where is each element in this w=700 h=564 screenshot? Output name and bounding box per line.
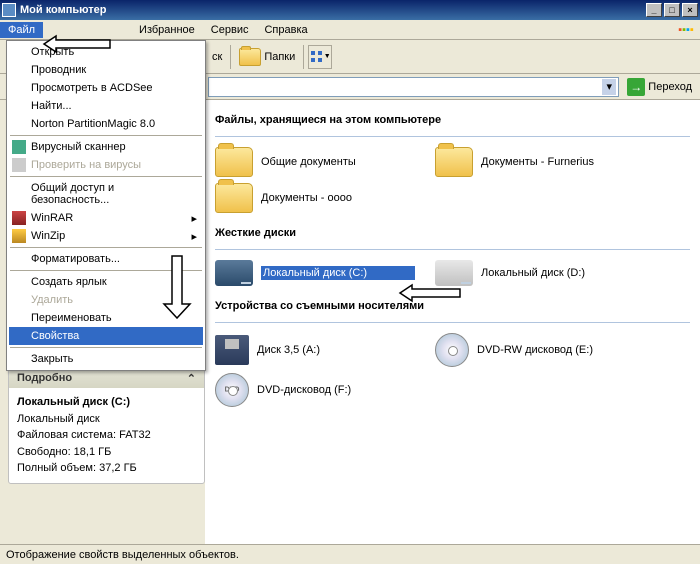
file-menu-dropdown: Открыть Проводник Просмотреть в ACDSee Н… — [6, 40, 206, 371]
menu-item-virus-check: Проверить на вирусы — [9, 156, 203, 174]
address-dropdown-button[interactable]: ▾ — [602, 79, 616, 95]
menu-item-sharing[interactable]: Общий доступ и безопасность... — [9, 179, 203, 209]
toolbar-folders-label: Папки — [264, 51, 295, 63]
details-panel: Подробно ⌃ Локальный диск (C:) Локальный… — [8, 368, 205, 484]
item-floppy-a[interactable]: Диск 3,5 (A:) — [215, 333, 415, 367]
item-docs-furnerius[interactable]: Документы - Furnerius — [435, 147, 635, 177]
menu-item-find[interactable]: Найти... — [9, 97, 203, 115]
go-label: Переход — [648, 81, 692, 93]
menu-item-close[interactable]: Закрыть — [9, 350, 203, 368]
go-button[interactable]: → Переход — [623, 76, 696, 98]
main-pane: Файлы, хранящиеся на этом компьютере Общ… — [205, 100, 700, 544]
menu-item-winrar[interactable]: WinRAR — [9, 209, 203, 227]
menu-tools[interactable]: Сервис — [203, 22, 257, 38]
menu-file[interactable]: Файл — [0, 22, 43, 38]
menu-item-delete: Удалить — [9, 291, 203, 309]
item-disk-d[interactable]: Локальный диск (D:) — [435, 260, 635, 286]
folder-icon — [215, 183, 253, 213]
hard-drive-icon — [435, 260, 473, 286]
window-title: Мой компьютер — [20, 4, 107, 16]
item-dvdrw-e[interactable]: DVD-RW дисковод (E:) — [435, 333, 635, 367]
go-arrow-icon: → — [627, 78, 645, 96]
winzip-icon — [12, 229, 26, 243]
winrar-icon — [12, 211, 26, 225]
item-dvd-f[interactable]: DVD-дисковод (F:) — [215, 373, 415, 407]
menu-item-open[interactable]: Открыть — [9, 43, 203, 61]
item-label: Диск 3,5 (A:) — [257, 344, 415, 356]
my-computer-icon — [2, 3, 16, 17]
titlebar: Мой компьютер _ □ × — [0, 0, 700, 20]
dvd-icon — [215, 373, 249, 407]
item-label: Документы - Furnerius — [481, 156, 635, 168]
menubar: Файл Избранное Сервис Справка ▪▪▪▪ — [0, 20, 700, 40]
item-shared-docs[interactable]: Общие документы — [215, 147, 415, 177]
toolbar-folders-button[interactable]: Папки — [235, 46, 299, 68]
menu-item-winzip[interactable]: WinZip — [9, 227, 203, 245]
folder-icon — [215, 147, 253, 177]
item-label: DVD-дисковод (F:) — [257, 384, 415, 396]
statusbar-text: Отображение свойств выделенных объектов. — [6, 549, 239, 561]
details-free-space: Свободно: 18,1 ГБ — [17, 444, 196, 461]
minimize-button[interactable]: _ — [646, 3, 662, 17]
windows-logo-icon: ▪▪▪▪ — [676, 22, 696, 38]
virus-scan-icon — [12, 140, 26, 154]
maximize-button[interactable]: □ — [664, 3, 680, 17]
details-disk-type: Локальный диск — [17, 411, 196, 428]
item-disk-c[interactable]: Локальный диск (C:) — [215, 260, 415, 286]
details-header[interactable]: Подробно ⌃ — [9, 369, 204, 388]
group-header-removable: Устройства со съемными носителями — [215, 300, 690, 312]
details-disk-title: Локальный диск (C:) — [17, 394, 196, 411]
toolbar-search-button[interactable]: ск — [208, 49, 226, 65]
floppy-icon — [215, 335, 249, 365]
item-label: Документы - oooo — [261, 192, 415, 204]
hard-drive-icon — [215, 260, 253, 286]
item-label: Локальный диск (D:) — [481, 267, 635, 279]
statusbar: Отображение свойств выделенных объектов. — [0, 544, 700, 564]
dvd-rw-icon — [435, 333, 469, 367]
menu-item-shortcut[interactable]: Создать ярлык — [9, 273, 203, 291]
menu-item-norton[interactable]: Norton PartitionMagic 8.0 — [9, 115, 203, 133]
menu-item-properties[interactable]: Свойства — [9, 327, 203, 345]
item-label: DVD-RW дисковод (E:) — [477, 344, 635, 356]
details-total-size: Полный объем: 37,2 ГБ — [17, 460, 196, 477]
close-button[interactable]: × — [682, 3, 698, 17]
folder-icon — [435, 147, 473, 177]
details-header-label: Подробно — [17, 372, 72, 385]
details-filesystem: Файловая система: FAT32 — [17, 427, 196, 444]
chevron-up-icon[interactable]: ⌃ — [187, 372, 196, 385]
group-header-hdd: Жесткие диски — [215, 227, 690, 239]
toolbar-search-label: ск — [212, 51, 222, 63]
item-label: Локальный диск (C:) — [261, 266, 415, 280]
menu-item-virus-scan[interactable]: Вирусный сканнер — [9, 138, 203, 156]
virus-check-icon — [12, 158, 26, 172]
address-input[interactable]: ▾ — [208, 77, 619, 97]
toolbar-views-button[interactable]: ▼ — [308, 45, 332, 69]
menu-favorites[interactable]: Избранное — [131, 22, 203, 38]
menu-item-rename[interactable]: Переименовать — [9, 309, 203, 327]
menu-item-acdsee[interactable]: Просмотреть в ACDSee — [9, 79, 203, 97]
menu-help[interactable]: Справка — [256, 22, 315, 38]
folder-icon — [239, 48, 261, 66]
item-label: Общие документы — [261, 156, 415, 168]
menu-item-format[interactable]: Форматировать... — [9, 250, 203, 268]
menu-item-explorer[interactable]: Проводник — [9, 61, 203, 79]
group-header-files: Файлы, хранящиеся на этом компьютере — [215, 114, 690, 126]
item-docs-oooo[interactable]: Документы - oooo — [215, 183, 415, 213]
